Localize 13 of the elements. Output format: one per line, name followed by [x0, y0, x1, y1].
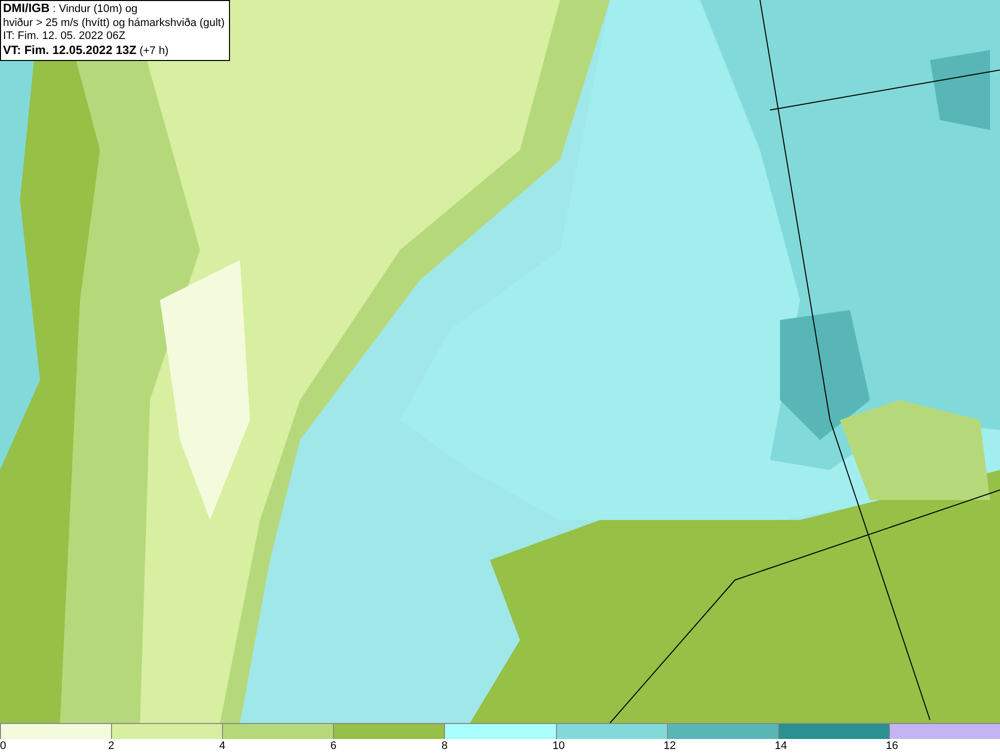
legend-label: 10 — [552, 739, 565, 753]
legend-label: 2 — [108, 739, 114, 753]
title-text: DMI/IGB : Vindur (10m) og — [3, 2, 139, 16]
legend-label: 8 — [441, 739, 448, 753]
legend-label: 0 — [0, 739, 6, 753]
legend-label: 6 — [330, 739, 336, 753]
legend-label: 12 — [664, 739, 676, 753]
legend-label: 16 — [886, 739, 898, 753]
title-text: VT: Fim. 12.05.2022 13Z (+7 h) — [3, 44, 170, 58]
legend-label: 4 — [219, 739, 226, 753]
title-text: hviður > 25 m/s (hvítt) og hámarkshviða (gult) — [3, 16, 225, 30]
title-text: IT: Fim. 12. 05. 2022 06Z — [3, 30, 126, 44]
legend-label: 14 — [774, 739, 788, 753]
